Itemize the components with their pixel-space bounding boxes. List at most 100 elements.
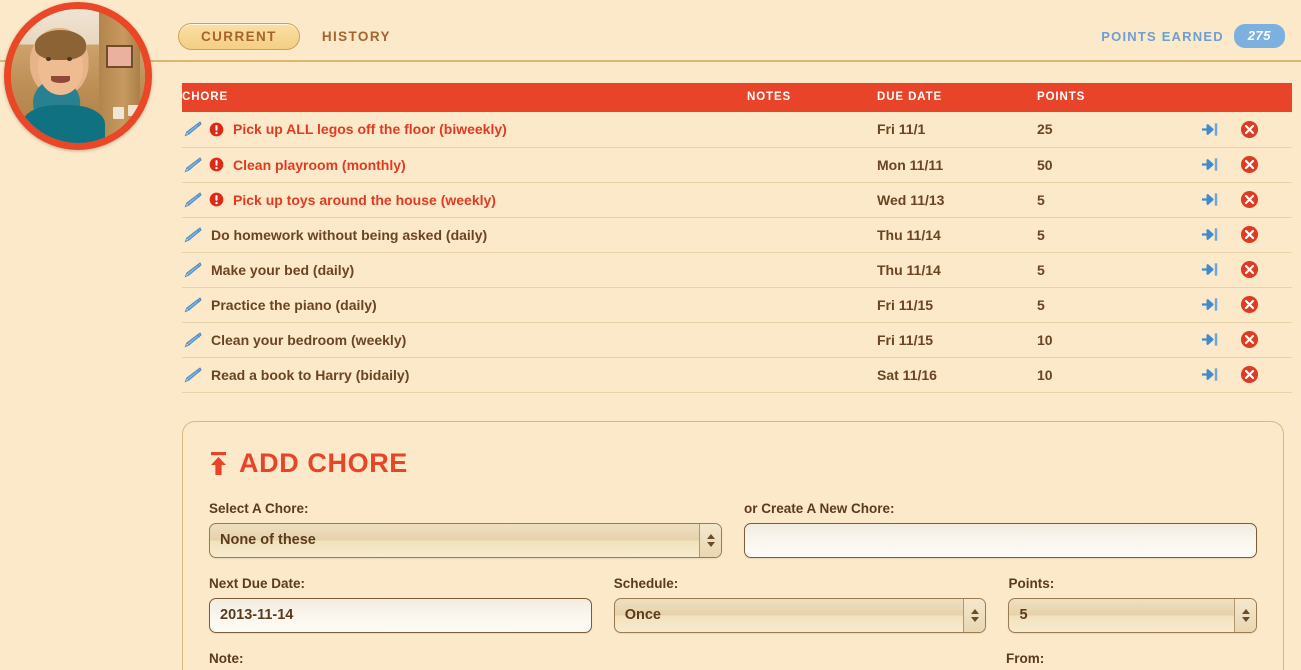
cell-due-date: Fri 11/15 (877, 287, 1037, 323)
arrow-to-bar-icon[interactable] (1201, 330, 1220, 349)
table-row: Pick up ALL legos off the floor (biweekl… (182, 112, 1292, 148)
table-row: Practice the piano (daily) Fri 11/15 5 (182, 287, 1292, 323)
cell-notes (747, 147, 877, 183)
delete-circle-icon[interactable] (1240, 225, 1259, 244)
add-chore-title-text: ADD CHORE (239, 447, 408, 478)
cell-points: 25 (1037, 112, 1187, 148)
cell-notes (747, 217, 877, 253)
delete-circle-icon[interactable] (1240, 330, 1259, 349)
schedule-value: Once (624, 607, 661, 623)
label-new-chore: or Create A New Chore: (744, 500, 895, 516)
cell-due-date: Sat 11/16 (877, 357, 1037, 393)
arrow-to-bar-icon[interactable] (1201, 295, 1220, 314)
pencil-icon[interactable] (182, 226, 202, 243)
cell-points: 10 (1037, 357, 1187, 393)
field-new-chore: or Create A New Chore: (744, 501, 1257, 558)
cell-actions (1187, 252, 1292, 288)
points-earned-badge: 275 (1233, 24, 1285, 48)
column-header-chore: CHORE (182, 83, 747, 112)
cell-chore: Do homework without being asked (daily) (182, 217, 747, 253)
points-dropdown[interactable]: 5 (1008, 597, 1257, 633)
arrow-to-bar-icon[interactable] (1201, 260, 1220, 279)
cell-chore: Pick up ALL legos off the floor (biweekl… (182, 112, 747, 148)
cell-notes (747, 112, 877, 148)
label-select-chore: Select A Chore: (209, 500, 309, 516)
delete-circle-icon[interactable] (1240, 120, 1259, 139)
select-chore-stepper-icon[interactable] (699, 523, 721, 557)
column-header-actions (1187, 83, 1292, 112)
arrow-to-bar-icon[interactable] (1201, 120, 1220, 139)
avatar-bg-outlet-2 (127, 105, 140, 117)
arrow-to-bar-icon[interactable] (1201, 225, 1220, 244)
select-chore-dropdown[interactable]: None of these (209, 522, 722, 558)
cell-actions (1187, 182, 1292, 218)
alert-circle-icon (209, 192, 224, 207)
pencil-icon[interactable] (182, 261, 202, 278)
cell-notes (747, 322, 877, 358)
avatar[interactable] (4, 2, 152, 150)
delete-circle-icon[interactable] (1240, 190, 1259, 209)
pencil-icon[interactable] (182, 296, 202, 313)
field-select-chore: Select A Chore: None of these (209, 501, 722, 558)
cell-chore: Read a book to Harry (bidaily) (182, 357, 747, 393)
chore-table-body: Pick up ALL legos off the floor (biweekl… (182, 112, 1292, 393)
schedule-dropdown[interactable]: Once (613, 597, 987, 633)
pencil-icon[interactable] (182, 156, 202, 173)
delete-circle-icon[interactable] (1240, 155, 1259, 174)
avatar-mouth (51, 76, 70, 83)
cell-due-date: Fri 11/1 (877, 112, 1037, 148)
add-chore-row-3: Note: From: (209, 651, 1257, 670)
cell-points: 5 (1037, 252, 1187, 288)
cell-actions (1187, 112, 1292, 148)
schedule-stepper-icon[interactable] (963, 598, 986, 632)
field-points: Points: 5 (1008, 576, 1257, 633)
column-header-due-date: DUE DATE (877, 83, 1037, 112)
cell-due-date: Wed 11/13 (877, 182, 1037, 218)
add-chore-panel: ADD CHORE Select A Chore: None of these … (182, 420, 1284, 670)
cell-due-date: Thu 11/14 (877, 217, 1037, 253)
next-due-date-input[interactable]: 2013-11-14 (209, 597, 592, 633)
chore-name: Practice the piano (daily) (211, 296, 377, 313)
points-earned: POINTS EARNED 275 (1101, 24, 1285, 48)
chore-table: CHORE NOTES DUE DATE POINTS Pick up ALL … (182, 83, 1292, 393)
pencil-icon[interactable] (182, 331, 202, 348)
cell-actions (1187, 322, 1292, 358)
label-points: Points: (1008, 575, 1055, 591)
label-note: Note: (209, 650, 244, 666)
arrow-to-bar-icon[interactable] (1201, 190, 1220, 209)
cell-chore: Pick up toys around the house (weekly) (182, 182, 747, 218)
chore-table-head: CHORE NOTES DUE DATE POINTS (182, 83, 1292, 112)
tab-history[interactable]: HISTORY (316, 24, 397, 49)
arrow-to-bar-icon[interactable] (1201, 155, 1220, 174)
chore-name: Clean your bedroom (weekly) (211, 331, 407, 348)
new-chore-input[interactable] (744, 522, 1257, 558)
cell-notes (747, 252, 877, 288)
table-row: Do homework without being asked (daily) … (182, 217, 1292, 253)
table-row: Clean your bedroom (weekly) Fri 11/15 10 (182, 322, 1292, 358)
points-stepper-icon[interactable] (1234, 598, 1256, 632)
points-earned-label: POINTS EARNED (1101, 28, 1224, 44)
tab-current[interactable]: CURRENT (178, 23, 300, 50)
delete-circle-icon[interactable] (1240, 365, 1259, 384)
table-row: Make your bed (daily) Thu 11/14 5 (182, 252, 1292, 288)
delete-circle-icon[interactable] (1240, 260, 1259, 279)
cell-actions (1187, 357, 1292, 393)
label-next-due-date: Next Due Date: (209, 575, 306, 591)
top-bar: CURRENT HISTORY POINTS EARNED 275 (0, 0, 1301, 62)
cell-due-date: Thu 11/14 (877, 252, 1037, 288)
field-from: From: (1006, 651, 1256, 670)
avatar-bg-outlet-1 (112, 106, 124, 119)
add-chore-title: ADD CHORE (209, 448, 1257, 479)
select-chore-value: None of these (220, 532, 316, 548)
pencil-icon[interactable] (182, 121, 202, 137)
chore-table-header-row: CHORE NOTES DUE DATE POINTS (182, 83, 1292, 112)
avatar-bg-picture (106, 45, 133, 68)
pencil-icon[interactable] (182, 191, 202, 208)
delete-circle-icon[interactable] (1240, 295, 1259, 314)
cell-chore: Clean playroom (monthly) (182, 147, 747, 183)
cell-notes (747, 182, 877, 218)
avatar-shirt (21, 105, 105, 143)
arrow-to-bar-icon[interactable] (1201, 365, 1220, 384)
pencil-icon[interactable] (182, 366, 202, 383)
cell-actions (1187, 287, 1292, 323)
